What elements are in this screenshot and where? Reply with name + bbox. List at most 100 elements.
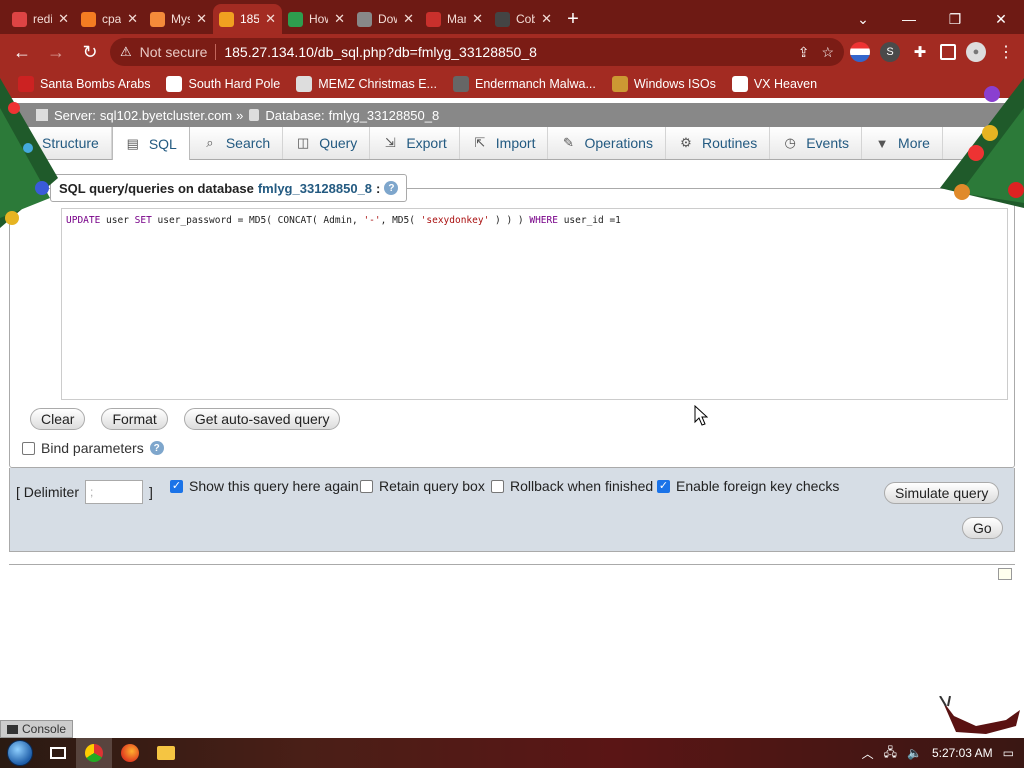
sql-query-textarea[interactable]: UPDATE user SET user_password = MD5( CON… (61, 208, 1008, 400)
show-hidden-icons-icon[interactable]: ︿ (862, 745, 874, 762)
file-explorer-icon[interactable] (148, 738, 184, 768)
breadcrumb-server[interactable]: sql102.byetcluster.com (100, 108, 232, 123)
bookmark-item[interactable]: South Hard Pole (166, 76, 280, 92)
browser-tab[interactable]: 185.2 ✕ (213, 4, 282, 34)
sql-token: SET (134, 215, 152, 226)
tab-close-icon[interactable]: ✕ (58, 11, 69, 27)
forward-button[interactable]: → (42, 38, 70, 66)
figure-icon (611, 76, 628, 92)
tab-events[interactable]: ◷ Events (770, 127, 863, 159)
flag-extension-icon[interactable] (850, 42, 870, 62)
restore-button[interactable]: ❐ (932, 11, 978, 28)
back-button[interactable]: ← (8, 38, 36, 66)
minimize-button[interactable]: — (886, 11, 932, 27)
start-button[interactable] (0, 738, 40, 768)
tab-close-icon[interactable]: ✕ (196, 11, 207, 27)
tab-close-icon[interactable]: ✕ (127, 11, 138, 27)
firefox-taskbar-icon[interactable] (112, 738, 148, 768)
format-button[interactable]: Format (101, 408, 168, 430)
windows-taskbar: ︿ 🖧 🔈 5:27:03 AM ▭ (0, 738, 1024, 768)
clear-button[interactable]: Clear (30, 408, 86, 430)
rollback-label[interactable]: Rollback when finished (510, 478, 653, 494)
help-icon[interactable]: ? (149, 441, 164, 455)
tab-close-icon[interactable]: ✕ (334, 11, 345, 27)
tab-export[interactable]: ⇲ Export (370, 127, 460, 159)
sql-token: WHERE (529, 215, 558, 226)
volume-icon[interactable]: 🔈 (907, 746, 922, 760)
browser-tab[interactable]: Mysq ✕ (144, 4, 213, 34)
tab-structure[interactable]: Structure (30, 127, 112, 159)
chevron-down-icon: ▼ (875, 135, 889, 151)
notification-icon[interactable]: ▭ (1003, 746, 1014, 760)
delimiter-input[interactable]: ; (85, 480, 144, 504)
tab-more[interactable]: ▼ More (862, 127, 943, 159)
sql-token: ) ) ) (489, 215, 530, 226)
foreign-keys-checkbox[interactable]: ✓ (657, 479, 670, 493)
reload-button[interactable]: ↻ (76, 38, 104, 66)
tab-label: Operations (584, 135, 653, 151)
tab-close-icon[interactable]: ✕ (541, 11, 552, 27)
bookmark-item[interactable]: VX Heaven (731, 76, 817, 92)
tab-search-icon[interactable]: ⌄ (840, 11, 886, 28)
rollback-checkbox[interactable] (491, 479, 504, 493)
bookmark-label: Endermanch Malwa... (474, 77, 596, 91)
bookmark-item[interactable]: Windows ISOs (611, 76, 716, 92)
bookmark-item[interactable]: Endermanch Malwa... (452, 76, 596, 92)
tab-close-icon[interactable]: ✕ (472, 11, 483, 27)
bookmark-item[interactable]: MEMZ Christmas E... (296, 76, 437, 92)
tab-search[interactable]: ⌕ Search (190, 127, 284, 159)
breadcrumb-db[interactable]: fmlyg_33128850_8 (329, 108, 440, 123)
address-bar[interactable]: ⚠ Not secure 185.27.134.10/db_sql.php?db… (110, 38, 844, 66)
tab-favicon-icon (495, 11, 510, 27)
tab-favicon-icon (219, 11, 234, 27)
tab-close-icon[interactable]: ✕ (265, 11, 276, 27)
autosaved-query-button[interactable]: Get auto-saved query (183, 408, 341, 430)
tab-close-icon[interactable]: ✕ (403, 11, 414, 27)
clock[interactable]: 5:27:03 AM (932, 746, 993, 760)
warning-icon[interactable]: ⚠ (120, 44, 132, 60)
retain-box-label[interactable]: Retain query box (379, 478, 485, 494)
tab-title: 185.2 (240, 12, 260, 26)
side-panel-icon[interactable] (940, 44, 956, 60)
show-query-label[interactable]: Show this query here again (189, 478, 359, 494)
foreign-keys-label[interactable]: Enable foreign key checks (676, 478, 839, 494)
page-settings-icon[interactable] (998, 568, 1012, 580)
bind-parameters-label[interactable]: Bind parameters (41, 440, 144, 456)
bind-parameters-checkbox[interactable] (22, 441, 35, 455)
puzzle-icon[interactable]: ✚ (910, 42, 930, 62)
browser-tab[interactable]: Man ✕ (420, 4, 489, 34)
browser-tab[interactable]: Cob ✕ (489, 4, 558, 34)
phpmyadmin-page: Server: sql102.byetcluster.com » Databas… (0, 78, 1024, 738)
task-view-icon[interactable] (40, 738, 76, 768)
close-window-button[interactable]: ✕ (978, 11, 1024, 28)
tab-routines[interactable]: ⚙ Routines (666, 127, 771, 159)
browser-tab[interactable]: cpan ✕ (75, 4, 144, 34)
share-icon[interactable]: ⇪ (798, 44, 810, 61)
mouse-cursor-icon (694, 405, 708, 426)
legend-db-name[interactable]: fmlyg_33128850_8 (258, 181, 372, 196)
bookmark-star-icon[interactable]: ☆ (821, 44, 834, 61)
bookmark-item[interactable]: Santa Bombs Arabs (18, 76, 150, 92)
simulate-query-button[interactable]: Simulate query (884, 482, 1000, 504)
show-query-checkbox[interactable]: ✓ (170, 479, 183, 493)
s-extension-icon[interactable]: S (880, 42, 900, 62)
new-tab-button[interactable]: + (558, 4, 588, 34)
browser-tab[interactable]: redir ✕ (6, 4, 75, 34)
chrome-taskbar-icon[interactable] (76, 738, 112, 768)
tab-sql[interactable]: ▤ SQL (111, 127, 190, 160)
help-icon[interactable]: ? (384, 181, 399, 195)
tab-operations[interactable]: ✎ Operations (548, 127, 666, 159)
divider (9, 564, 1015, 565)
browser-tab[interactable]: Dow ✕ (351, 4, 420, 34)
profile-avatar-icon[interactable]: ● (966, 42, 986, 62)
legend-prefix: SQL query/queries on database (59, 180, 254, 196)
console-toggle[interactable]: Console (0, 720, 74, 738)
menu-kebab-icon[interactable]: ⋮ (996, 42, 1016, 62)
network-icon[interactable]: 🖧 (884, 743, 897, 764)
go-button[interactable]: Go (962, 517, 1003, 539)
browser-tab[interactable]: How ✕ (282, 4, 351, 34)
tab-query[interactable]: ◫ Query (283, 127, 371, 159)
retain-box-checkbox[interactable] (360, 479, 373, 493)
tab-import[interactable]: ⇱ Import (460, 127, 549, 159)
show-query-option: ✓ Show this query here again (170, 478, 359, 494)
